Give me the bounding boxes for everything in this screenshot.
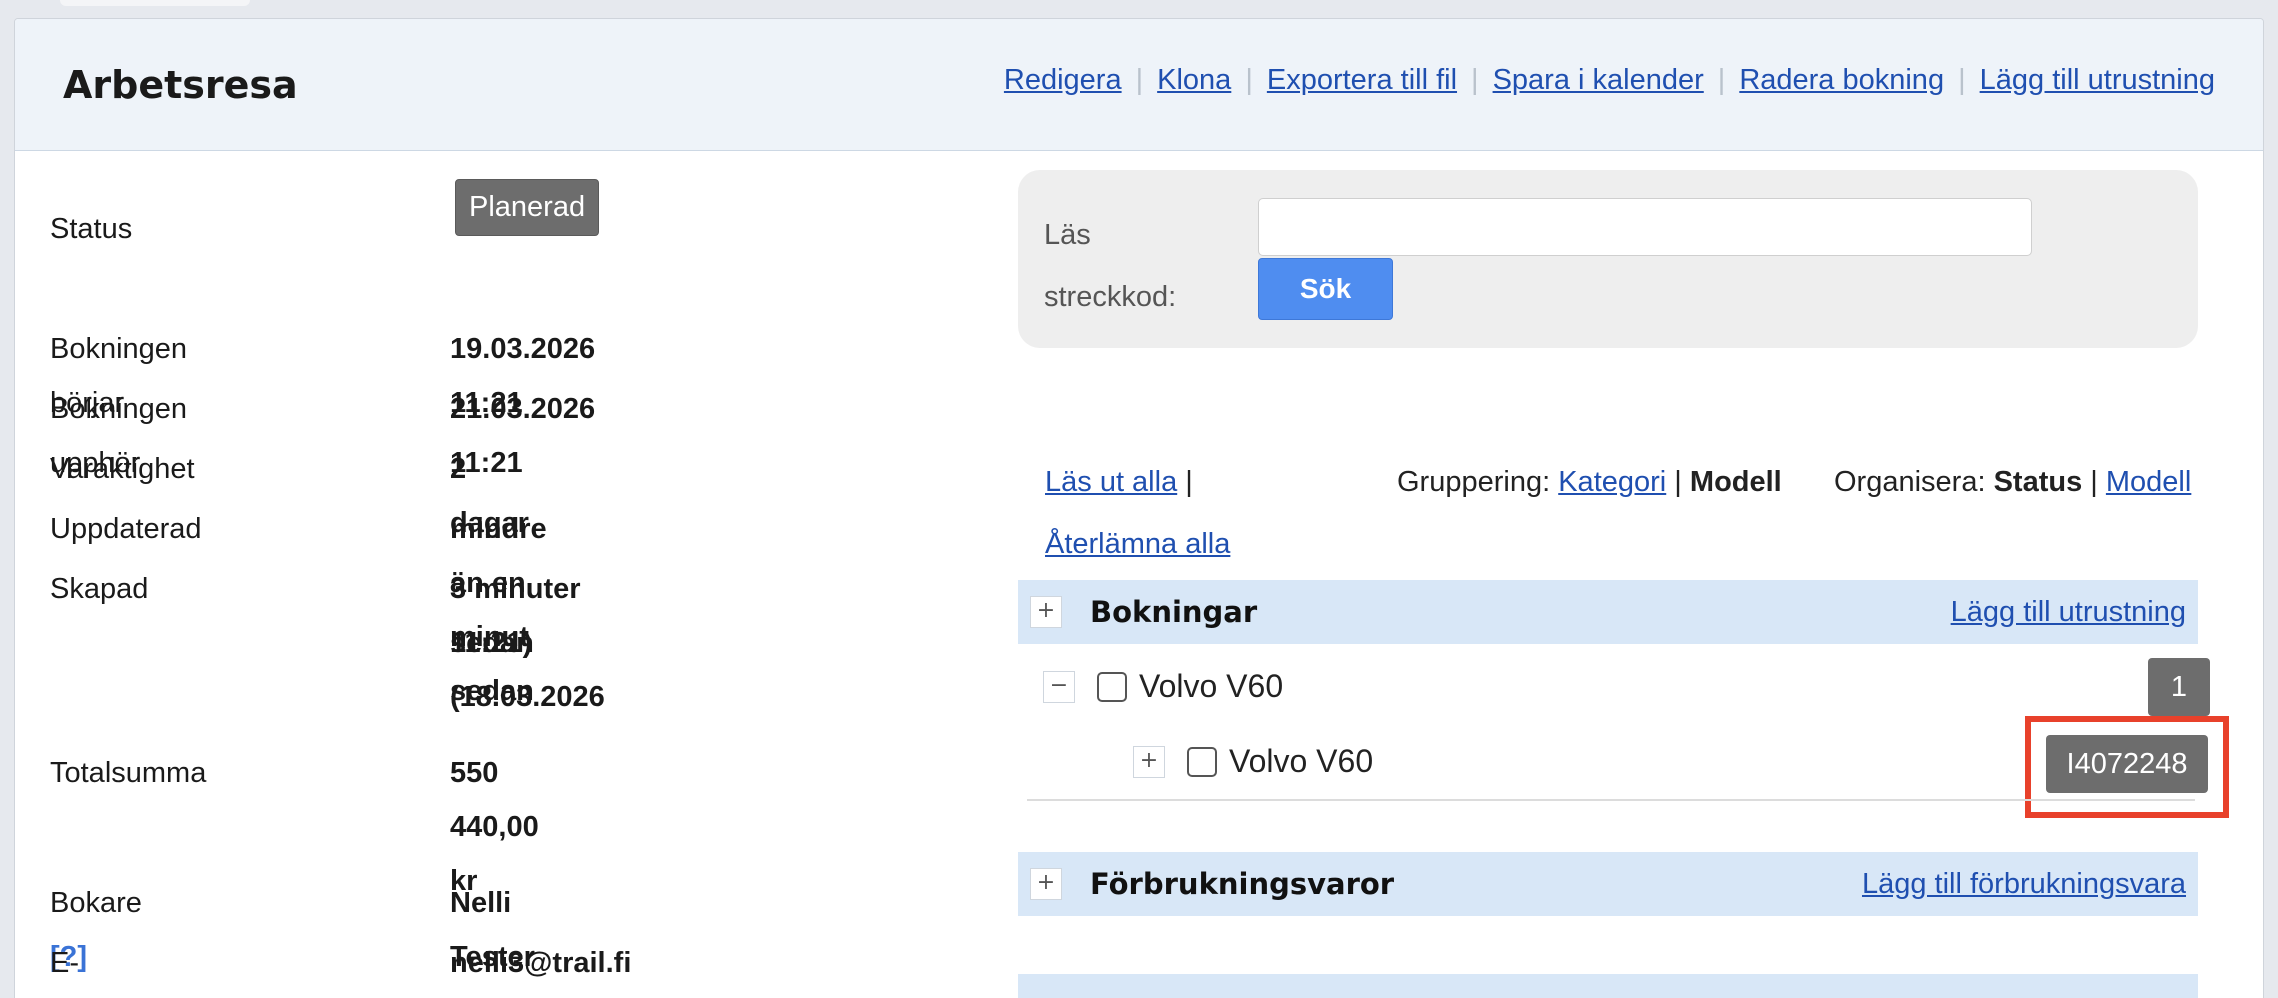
separator: |: [1958, 64, 1966, 96]
booking-panel: Arbetsresa Redigera | Klona | Exportera …: [14, 18, 2264, 998]
status-badge: Planerad: [455, 179, 600, 236]
group-row-volvo: − Volvo V60: [1043, 668, 1283, 705]
edit-link[interactable]: Redigera: [1004, 64, 1122, 97]
total-label: Totalsumma: [50, 757, 207, 789]
booker-label: Bokare: [50, 887, 142, 919]
add-equipment-link[interactable]: Lägg till utrustning: [1980, 64, 2215, 97]
return-toolbar: Återlämna alla: [1045, 528, 1230, 561]
highlight-box: [2025, 716, 2229, 818]
consumables-section-header: + Förbrukningsvaror Lägg till förbruknin…: [1018, 852, 2198, 916]
save-calendar-link[interactable]: Spara i kalender: [1493, 64, 1704, 97]
created-label: Skapad: [50, 573, 149, 605]
top-tab-edge: [60, 0, 250, 6]
header-actions: Redigera | Klona | Exportera till fil | …: [1004, 64, 2215, 97]
barcode-label-line1: Läs: [1044, 219, 1091, 251]
duration-label: Varaktighet: [50, 453, 195, 485]
search-button[interactable]: Sök: [1258, 258, 1393, 320]
organize-label: Organisera:: [1834, 466, 1986, 498]
item-checkbox[interactable]: [1187, 746, 1217, 777]
barcode-label-line2: streckkod:: [1044, 281, 1177, 313]
group-checkbox[interactable]: [1097, 671, 1127, 702]
barcode-box: Läs streckkod: Sök: [1018, 170, 2198, 348]
separator: |: [2090, 466, 2098, 498]
clone-link[interactable]: Klona: [1157, 64, 1231, 97]
bookings-section-title: Bokningar: [1090, 595, 1258, 629]
organize-toolbar: Organisera: Status | Modell: [1834, 466, 2191, 499]
separator: |: [1471, 64, 1479, 96]
expand-icon[interactable]: +: [1133, 745, 1165, 778]
consumables-section-title: Förbrukningsvaror: [1090, 867, 1395, 901]
barcode-input[interactable]: [1258, 198, 2032, 256]
separator: |: [1135, 64, 1144, 96]
created-value-line2: 11:21): [450, 627, 533, 659]
grouping-category-link[interactable]: Kategori: [1558, 466, 1666, 498]
separator: |: [1245, 64, 1253, 96]
grouping-toolbar: Gruppering: Kategori | Modell: [1397, 466, 1782, 499]
group-name: Volvo V60: [1139, 668, 1284, 704]
checkout-all-link[interactable]: Läs ut alla: [1045, 466, 1177, 498]
updated-label: Uppdaterad: [50, 513, 202, 545]
bookings-section-header: + Bokningar Lägg till utrustning: [1018, 580, 2198, 644]
divider: [1027, 799, 2195, 801]
email-label: E-post: [50, 947, 79, 979]
collapse-icon[interactable]: −: [1043, 670, 1075, 703]
group-count-badge: 1: [2148, 658, 2210, 716]
expand-icon[interactable]: +: [1030, 596, 1062, 628]
next-section-header: [1018, 974, 2198, 998]
organize-status-active: Status: [1993, 466, 2083, 498]
status-label: Status: [50, 213, 133, 245]
panel-header: Arbetsresa Redigera | Klona | Exportera …: [15, 19, 2263, 151]
export-link[interactable]: Exportera till fil: [1267, 64, 1457, 97]
separator: |: [1674, 466, 1682, 498]
checkout-toolbar: Läs ut alla |: [1045, 466, 1193, 499]
separator: |: [1185, 466, 1193, 498]
grouping-label: Gruppering:: [1397, 466, 1551, 498]
add-equipment-section-link[interactable]: Lägg till utrustning: [1951, 596, 2186, 629]
expand-icon[interactable]: +: [1030, 868, 1062, 900]
separator: |: [1717, 64, 1726, 96]
item-row-volvo: + Volvo V60: [1133, 743, 1373, 780]
organize-model-link[interactable]: Modell: [2106, 466, 2191, 498]
grouping-model-active: Modell: [1689, 466, 1782, 498]
email-value: nelli3@trail.fi: [450, 947, 632, 979]
barcode-label: Läs streckkod:: [1044, 204, 1176, 328]
item-name: Volvo V60: [1229, 743, 1374, 779]
delete-booking-link[interactable]: Radera bokning: [1739, 64, 1944, 97]
return-all-link[interactable]: Återlämna alla: [1045, 528, 1230, 560]
add-consumable-link[interactable]: Lägg till förbrukningsvara: [1862, 868, 2186, 901]
page-title: Arbetsresa: [63, 63, 298, 107]
